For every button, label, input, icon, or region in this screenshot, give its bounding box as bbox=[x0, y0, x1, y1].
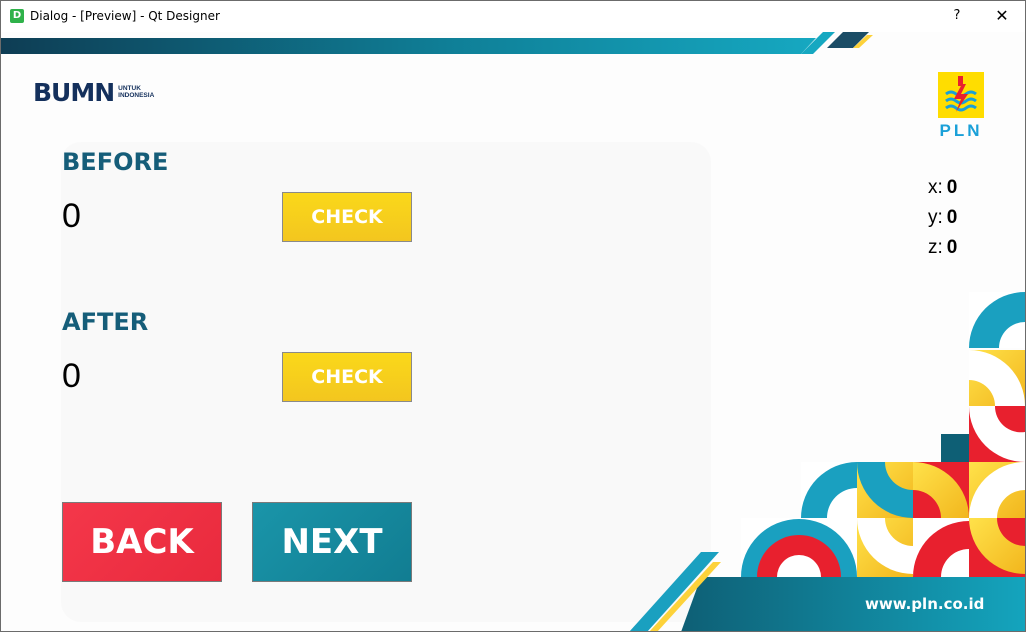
coord-y-value: 0 bbox=[946, 207, 958, 228]
pln-logo: PLN bbox=[936, 72, 986, 142]
bumn-logo: BUMN UNTUK INDONESIA bbox=[33, 77, 154, 107]
after-label: AFTER bbox=[62, 308, 149, 336]
next-button[interactable]: NEXT bbox=[252, 502, 412, 582]
coord-x-value: 0 bbox=[946, 177, 958, 198]
after-check-button[interactable]: CHECK bbox=[282, 352, 412, 402]
dialog-content: BUMN UNTUK INDONESIA PLN BEFORE 0 CHECK … bbox=[1, 32, 1025, 631]
pln-lightning-icon bbox=[945, 76, 977, 112]
coord-x-label: x: bbox=[928, 177, 943, 198]
coord-y-label: y: bbox=[928, 207, 943, 228]
bumn-sub-line2: INDONESIA bbox=[118, 92, 155, 99]
before-value: 0 bbox=[62, 197, 81, 235]
back-button[interactable]: BACK bbox=[62, 502, 222, 582]
pln-logo-box bbox=[938, 72, 984, 118]
before-check-button[interactable]: CHECK bbox=[282, 192, 412, 242]
window-title: Dialog - [Preview] - Qt Designer bbox=[30, 9, 220, 23]
before-label: BEFORE bbox=[62, 148, 169, 176]
app-icon: D bbox=[10, 9, 24, 23]
coord-z-label: z: bbox=[928, 237, 943, 258]
title-bar: D Dialog - [Preview] - Qt Designer ? ✕ bbox=[1, 1, 1025, 32]
bumn-sub-line1: UNTUK bbox=[118, 85, 141, 92]
coord-x: x: 0 bbox=[928, 177, 957, 199]
bumn-logo-text: BUMN bbox=[33, 77, 115, 107]
coord-y: y: 0 bbox=[928, 207, 957, 229]
pln-logo-text: PLN bbox=[939, 121, 983, 140]
website-text: www.pln.co.id bbox=[865, 595, 985, 613]
coord-z-value: 0 bbox=[946, 237, 958, 258]
top-stripe-decoration bbox=[1, 32, 873, 54]
coord-z: z: 0 bbox=[928, 237, 957, 259]
dialog-window: D Dialog - [Preview] - Qt Designer ? ✕ B… bbox=[0, 0, 1026, 632]
close-button[interactable]: ✕ bbox=[993, 6, 1011, 26]
bumn-logo-subtext: UNTUK INDONESIA bbox=[118, 85, 154, 99]
after-value: 0 bbox=[62, 357, 81, 395]
help-button[interactable]: ? bbox=[949, 8, 965, 24]
